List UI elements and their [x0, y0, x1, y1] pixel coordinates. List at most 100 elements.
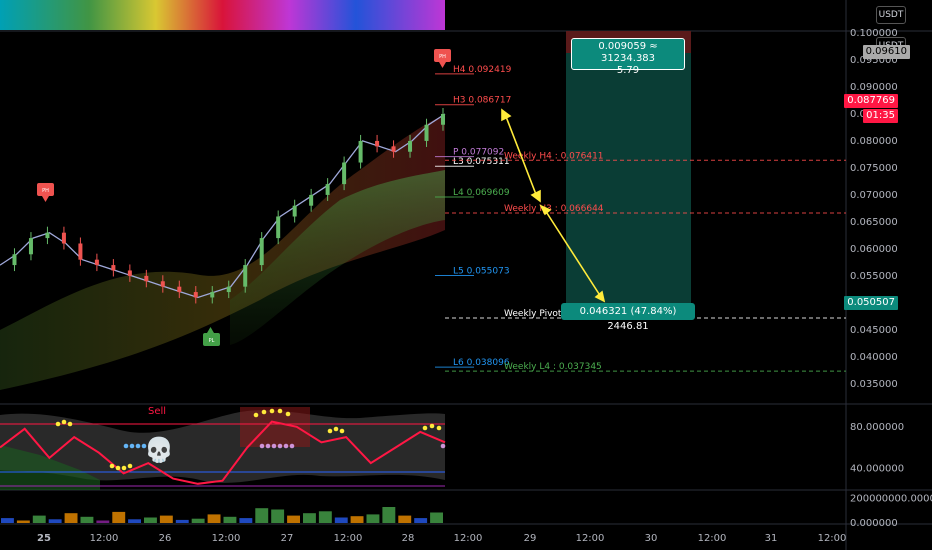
- target-callout: 0.046321 (47.84%) 2446.81: [561, 303, 695, 332]
- candle-body: [210, 292, 215, 298]
- volume-bar: [287, 515, 300, 523]
- volume-bar: [334, 517, 348, 523]
- candle-body: [408, 140, 413, 152]
- candle-body: [342, 162, 347, 185]
- oscillator-axis-ticks: 80.000000 40.000000: [850, 422, 904, 475]
- volume-bar: [223, 516, 237, 523]
- candle-body: [441, 113, 445, 125]
- candle-body: [358, 140, 363, 163]
- pivot-high-label-left: PH: [42, 188, 49, 194]
- volume-tick: 0.000000: [850, 518, 898, 529]
- candle-body: [45, 232, 50, 239]
- volume-bar: [239, 518, 253, 523]
- countdown-tag: 01:35: [863, 109, 898, 123]
- time-tick: 30: [645, 533, 658, 544]
- candle-body: [276, 216, 281, 239]
- candle-body: [375, 140, 380, 147]
- price-axis-ticks: 0.1000000.0950000.0900000.0850000.080000…: [850, 28, 898, 390]
- price-tick: 0.040000: [850, 352, 898, 363]
- time-tick: 12:00: [576, 533, 605, 544]
- time-axis: 25 12:00 26 12:00 27 12:00 28 12:00 29 12:00 30 12:…: [37, 533, 846, 544]
- candle-body: [177, 286, 182, 293]
- risk-callout: 0.009059 ≈ 31234.383 5.79: [571, 38, 685, 76]
- candle-body: [391, 146, 396, 152]
- level-label: L6 0.038096: [453, 358, 510, 368]
- candle-body: [325, 184, 330, 195]
- candle-body: [160, 281, 165, 287]
- volume-bar: [191, 518, 205, 523]
- candle-body: [193, 292, 198, 298]
- level-label: Weekly H4 : 0.076411: [504, 151, 604, 161]
- sell-label: Sell: [148, 406, 166, 417]
- candle-body: [226, 286, 231, 293]
- price-tick: 0.065000: [850, 217, 898, 228]
- price-tick: 0.090000: [850, 82, 898, 93]
- time-tick: 27: [281, 533, 294, 544]
- candle-body: [424, 124, 429, 141]
- volume-bar: [1, 518, 14, 523]
- volume-bar: [350, 516, 364, 523]
- price-tick: 0.075000: [850, 163, 898, 174]
- volume-bar: [128, 519, 141, 523]
- candle-body: [144, 275, 149, 282]
- price-tick: 0.055000: [850, 271, 898, 282]
- volume-bar: [318, 511, 332, 523]
- volume-tick: 200000000.000000: [850, 493, 932, 504]
- candle-body: [127, 270, 132, 276]
- time-tick: 12:00: [90, 533, 119, 544]
- price-tick: 0.035000: [850, 379, 898, 390]
- time-tick: 12:00: [334, 533, 363, 544]
- volume-bar: [32, 515, 46, 523]
- last-price-tag: 0.087769: [844, 94, 898, 108]
- level-label: H3 0.086717: [453, 96, 511, 106]
- time-tick: 31: [765, 533, 778, 544]
- candle-body: [309, 194, 314, 206]
- pivot-low-label: PL: [209, 338, 215, 344]
- oscillator-tick: 80.000000: [850, 422, 904, 433]
- current-price-tag: 0.09610: [862, 45, 910, 59]
- price-tick: 0.080000: [850, 136, 898, 147]
- volume-bar: [303, 513, 316, 523]
- level-label: P 0.077092: [453, 148, 504, 158]
- volume-bar: [207, 514, 221, 523]
- volume-bar: [144, 517, 157, 523]
- volume-bar: [80, 516, 94, 523]
- candle-body: [78, 243, 83, 260]
- volume-bar: [382, 507, 396, 523]
- volume-bar: [366, 514, 380, 523]
- target-price-tag: 0.050507: [844, 296, 898, 310]
- time-tick: 25: [37, 533, 51, 544]
- volume-bar: [414, 518, 428, 523]
- price-tick: 0.045000: [850, 325, 898, 336]
- candle-body: [111, 265, 116, 271]
- oscillator-tick: 40.000000: [850, 463, 904, 474]
- volume-bars: [1, 507, 443, 523]
- volume-bar: [175, 519, 189, 523]
- chart-canvas[interactable]: H4 0.092419 H3 0.086717 P 0.077092L3 0.075…: [0, 0, 932, 550]
- oscillator-red-zone: [240, 407, 310, 447]
- level-label: L5 0.055073: [453, 266, 510, 276]
- level-label: H4 0.092419: [453, 65, 512, 75]
- candle-body: [94, 259, 99, 266]
- candle-body: [259, 238, 264, 266]
- candle-body: [12, 254, 17, 266]
- time-tick: 28: [402, 533, 415, 544]
- candle-body: [243, 265, 248, 287]
- risk-callout-line2: 5.79: [616, 65, 640, 76]
- level-label: L3 0.075311: [453, 157, 510, 167]
- time-tick: 12:00: [212, 533, 241, 544]
- level-label: Weekly L4 : 0.037345: [504, 362, 602, 372]
- risk-callout-line1: 0.009059 ≈ 31234.383: [598, 41, 658, 64]
- volume-bar: [271, 509, 285, 523]
- candle-body: [28, 238, 33, 255]
- volume-bar: [64, 513, 78, 523]
- currency-badge-top[interactable]: USDT: [876, 6, 906, 24]
- time-tick: 12:00: [818, 533, 847, 544]
- pivot-high-label-right: PH: [439, 54, 446, 60]
- price-tick: 0.070000: [850, 190, 898, 201]
- skull-icon: 💀: [144, 436, 174, 464]
- volume-bar: [430, 512, 443, 523]
- volume-bar: [159, 515, 173, 523]
- trend-cloud: [0, 115, 445, 390]
- time-tick: 12:00: [454, 533, 483, 544]
